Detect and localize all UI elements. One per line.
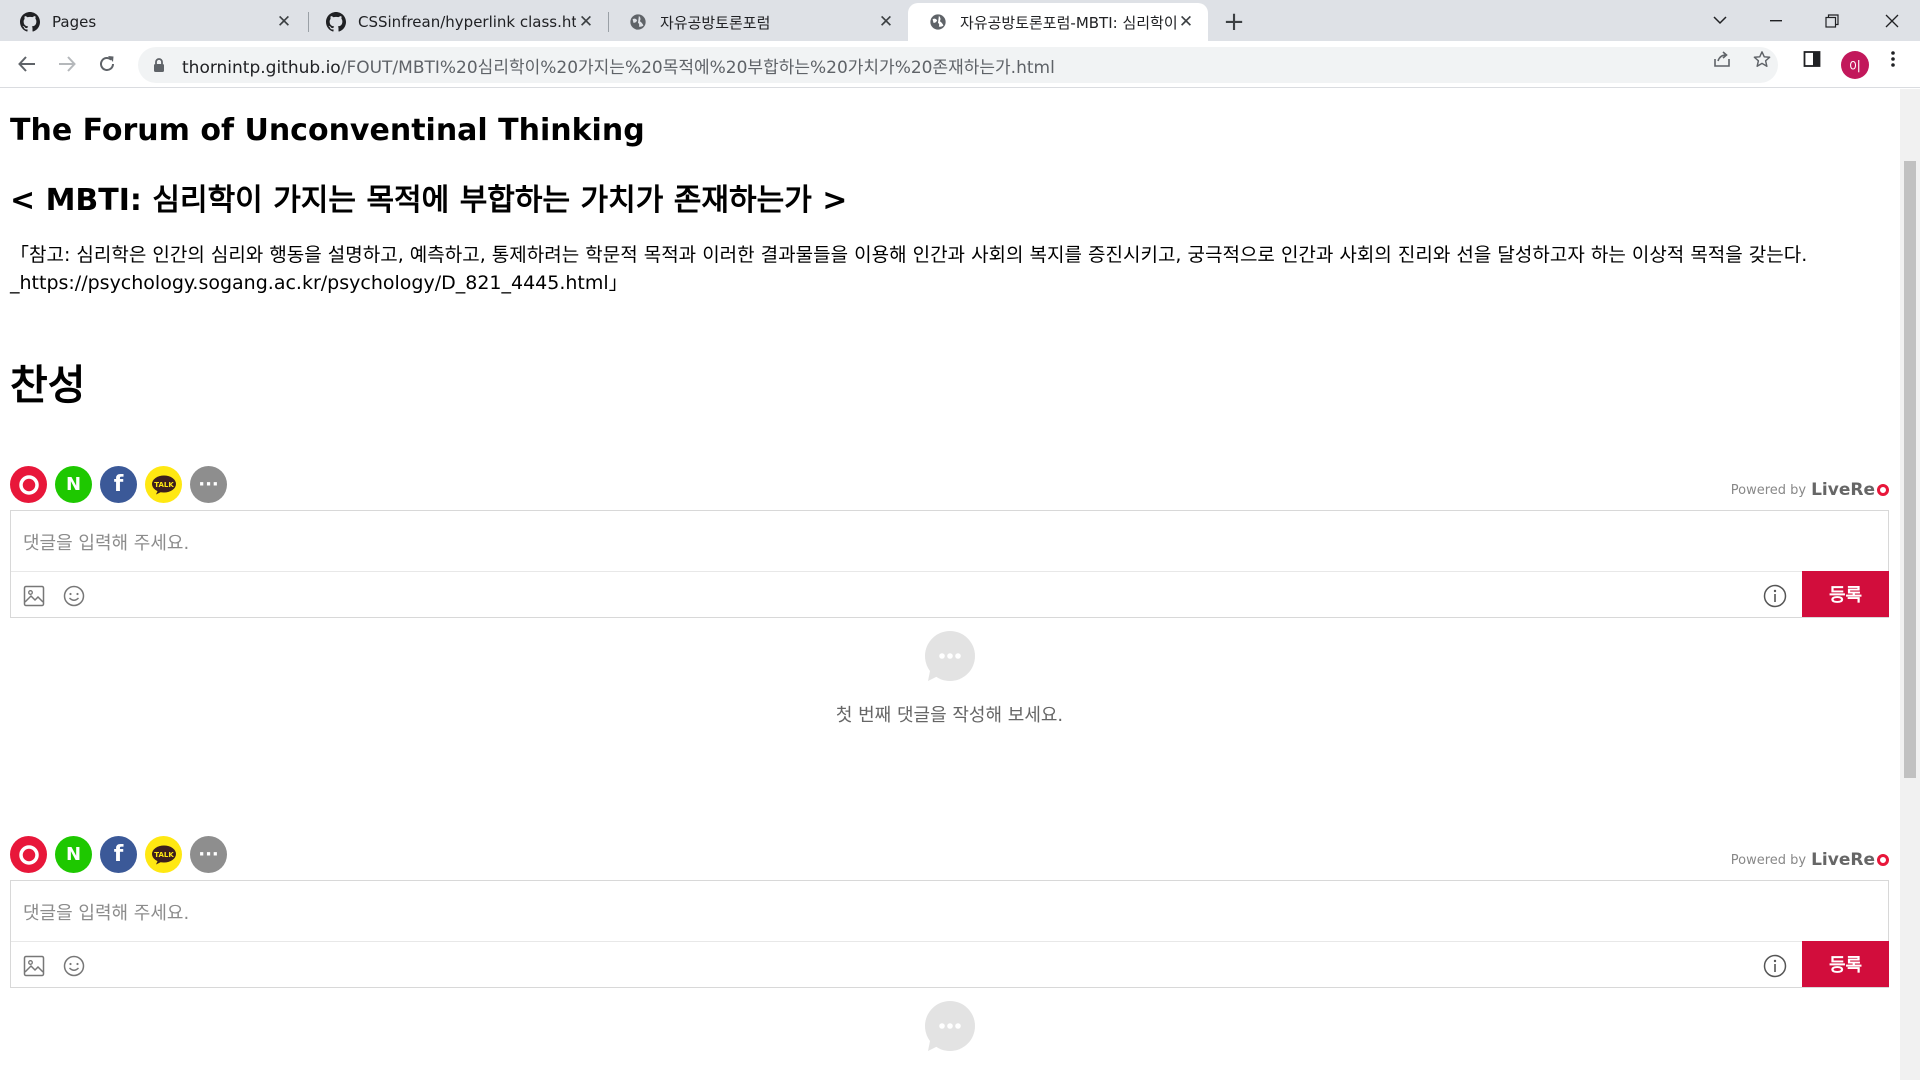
reference-note: 「참고: 심리학은 인간의 심리와 행동을 설명하고, 예측하고, 통제하려는 …: [10, 244, 1808, 294]
comment-editor: 댓글을 입력해 주세요. 등록: [10, 880, 1889, 988]
new-tab-button[interactable]: +: [1220, 7, 1248, 37]
minimize-button[interactable]: [1748, 0, 1804, 41]
comment-editor: 댓글을 입력해 주세요. 등록: [10, 510, 1889, 618]
image-upload-icon[interactable]: [21, 583, 47, 609]
page-content: The Forum of Unconventinal Thinking < MB…: [0, 89, 1900, 1080]
editor-toolbar: 등록: [11, 571, 1889, 618]
kakao-talk-icon: TALK: [151, 475, 176, 494]
bookmark-star-icon[interactable]: [1753, 50, 1771, 68]
close-icon[interactable]: ✕: [274, 12, 294, 32]
livere-brand: LiveRe: [1811, 850, 1875, 870]
arrow-left-icon: [18, 56, 35, 72]
more-horiz-icon: ···: [198, 844, 219, 865]
submit-comment-button[interactable]: 등록: [1802, 941, 1889, 987]
globe-icon: [928, 12, 948, 32]
chat-bubble-icon: [924, 1001, 975, 1051]
close-window-button[interactable]: [1864, 0, 1920, 41]
naver-icon: N: [65, 474, 82, 495]
lock-icon[interactable]: [151, 57, 167, 73]
image-upload-icon[interactable]: [21, 953, 47, 979]
powered-by-livere[interactable]: Powered by LiveRe: [1731, 480, 1889, 500]
emoticon-icon[interactable]: [61, 583, 87, 609]
info-icon[interactable]: [1762, 953, 1788, 979]
svg-text:TALK: TALK: [154, 481, 174, 489]
more-login-button[interactable]: ···: [190, 836, 227, 873]
submit-comment-button[interactable]: 등록: [1802, 571, 1889, 617]
empty-comments-message: 첫 번째 댓글을 작성해 보세요.: [835, 705, 1064, 726]
side-panel-icon[interactable]: [1803, 50, 1821, 68]
more-vert-icon[interactable]: [1884, 50, 1902, 68]
kakao-login-button[interactable]: TALK: [145, 466, 182, 503]
close-icon[interactable]: ✕: [876, 12, 896, 32]
livere-logo-icon: [18, 474, 39, 495]
editor-toolbar: 등록: [11, 941, 1889, 988]
livere-brand: LiveRe: [1811, 480, 1875, 500]
tab-title: CSSinfrean/hyperlink class.html: [358, 13, 576, 31]
sns-login-row: N f TALK ··· Powered by LiveRe: [10, 466, 1889, 504]
tab-title: 자유공방토론포럼-MBTI: 심리학이: [960, 13, 1176, 32]
github-icon: [20, 12, 40, 32]
facebook-icon: f: [113, 472, 124, 497]
comment-input[interactable]: 댓글을 입력해 주세요.: [23, 529, 189, 555]
url-host: thornintp.github.io: [182, 57, 341, 78]
url-text: thornintp.github.io/FOUT/MBTI%20심리학이%20가…: [182, 53, 1778, 78]
page-scrollbar[interactable]: [1900, 89, 1920, 1080]
livere-login-button[interactable]: [10, 836, 47, 873]
livere-logo-icon: [18, 844, 39, 865]
facebook-login-button[interactable]: f: [100, 836, 137, 873]
share-icon[interactable]: [1713, 50, 1731, 68]
powered-by-livere[interactable]: Powered by LiveRe: [1731, 850, 1889, 870]
tab-hyperlink[interactable]: CSSinfrean/hyperlink class.html ✕: [306, 3, 608, 41]
close-icon: [1885, 14, 1899, 27]
tab-mbti-active[interactable]: 자유공방토론포럼-MBTI: 심리학이 ✕: [908, 3, 1208, 41]
reload-button[interactable]: [92, 49, 122, 79]
restore-button[interactable]: [1804, 0, 1860, 41]
more-horiz-icon: ···: [198, 474, 219, 495]
reload-icon: [100, 56, 114, 71]
facebook-icon: f: [113, 842, 124, 867]
url-path: /FOUT/MBTI%20심리학이%20가지는%20목적에%20부합하는%20가…: [340, 57, 1055, 78]
arrow-right-icon: [59, 56, 76, 72]
address-bar[interactable]: thornintp.github.io/FOUT/MBTI%20심리학이%20가…: [138, 47, 1778, 83]
sns-login-row: N f TALK ··· Powered by LiveRe: [10, 836, 1889, 874]
livere-login-button[interactable]: [10, 466, 47, 503]
globe-icon: [628, 12, 648, 32]
browser-toolbar: thornintp.github.io/FOUT/MBTI%20심리학이%20가…: [0, 41, 1920, 88]
powered-by-text: Powered by: [1730, 852, 1807, 868]
github-icon: [326, 12, 346, 32]
svg-text:TALK: TALK: [154, 851, 174, 859]
tab-pages[interactable]: Pages ✕: [0, 3, 306, 41]
minimize-icon: [1770, 19, 1782, 21]
tab-strip: Pages ✕ CSSinfrean/hyperlink class.html …: [0, 0, 1920, 41]
tab-title: 자유공방토론포럼: [660, 13, 771, 32]
naver-icon: N: [65, 844, 82, 865]
emoticon-icon[interactable]: [61, 953, 87, 979]
kakao-login-button[interactable]: TALK: [145, 836, 182, 873]
livere-o-icon: [1877, 854, 1889, 866]
close-icon[interactable]: ✕: [576, 12, 596, 32]
restore-icon: [1825, 13, 1839, 28]
tab-forum[interactable]: 자유공방토론포럼 ✕: [608, 3, 908, 41]
tab-title: Pages: [52, 13, 97, 31]
naver-login-button[interactable]: N: [55, 836, 92, 873]
info-icon[interactable]: [1762, 583, 1788, 609]
profile-avatar[interactable]: 이: [1841, 51, 1869, 79]
topic-title: < MBTI: 심리학이 가지는 목적에 부합하는 가치가 존재하는가 >: [10, 183, 848, 218]
tab-search-button[interactable]: [1692, 0, 1748, 41]
site-title: The Forum of Unconventinal Thinking: [10, 113, 645, 148]
section-heading-agree: 찬성: [10, 361, 86, 409]
naver-login-button[interactable]: N: [55, 466, 92, 503]
close-icon[interactable]: ✕: [1176, 12, 1196, 32]
kakao-talk-icon: TALK: [151, 845, 176, 864]
back-button[interactable]: [12, 49, 42, 79]
facebook-login-button[interactable]: f: [100, 466, 137, 503]
powered-by-text: Powered by: [1730, 482, 1807, 498]
scrollbar-thumb[interactable]: [1904, 161, 1916, 778]
livere-o-icon: [1877, 484, 1889, 496]
comment-input[interactable]: 댓글을 입력해 주세요.: [23, 899, 189, 925]
forward-button[interactable]: [52, 49, 82, 79]
more-login-button[interactable]: ···: [190, 466, 227, 503]
chat-bubble-icon: [924, 631, 975, 681]
chevron-down-icon: [1713, 16, 1727, 25]
